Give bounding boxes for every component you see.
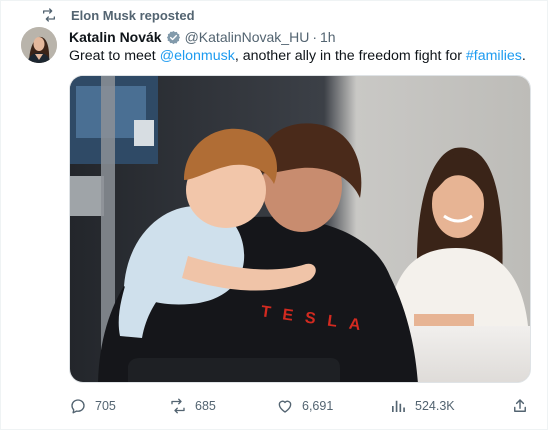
repost-indicator[interactable]: Elon Musk reposted (41, 7, 195, 23)
separator: · (312, 29, 317, 45)
repost-count: 685 (195, 399, 216, 413)
repost-icon (43, 8, 55, 22)
tweet-header: Katalin Novák @KatalinNovak_HU · 1h (69, 28, 336, 46)
mention-link[interactable]: @elonmusk (160, 48, 235, 64)
text-part: , another ally in the freedom fight for (234, 48, 466, 64)
like-icon (278, 400, 292, 413)
views-icon (392, 400, 405, 412)
share-button[interactable] (511, 395, 537, 417)
tweet-card[interactable]: Elon Musk reposted Katalin Novák @Katali… (0, 0, 548, 430)
tweet-photo[interactable]: TESLA (69, 75, 531, 383)
share-icon (514, 399, 526, 412)
action-bar: 705 685 6,691 524.3K (69, 395, 531, 417)
repost-label: Elon Musk reposted (71, 7, 195, 23)
hashtag-link[interactable]: #families (466, 48, 522, 64)
views-button[interactable]: 524.3K (389, 395, 455, 417)
reply-icon (71, 399, 85, 414)
reply-button[interactable]: 705 (69, 395, 116, 417)
author-handle[interactable]: @KatalinNovak_HU (185, 29, 310, 45)
like-button[interactable]: 6,691 (276, 395, 333, 417)
repost-icon (171, 398, 185, 414)
tweet-text: Great to meet @elonmusk, another ally in… (69, 47, 539, 65)
author-name[interactable]: Katalin Novák (69, 29, 162, 45)
author-avatar[interactable] (21, 27, 57, 63)
views-count: 524.3K (415, 399, 455, 413)
repost-button[interactable]: 685 (169, 395, 216, 417)
verified-badge-icon (166, 30, 180, 44)
like-count: 6,691 (302, 399, 334, 413)
text-part: Great to meet (69, 48, 160, 64)
text-part: . (521, 48, 526, 64)
reply-count: 705 (95, 399, 116, 413)
timestamp[interactable]: 1h (320, 29, 336, 45)
